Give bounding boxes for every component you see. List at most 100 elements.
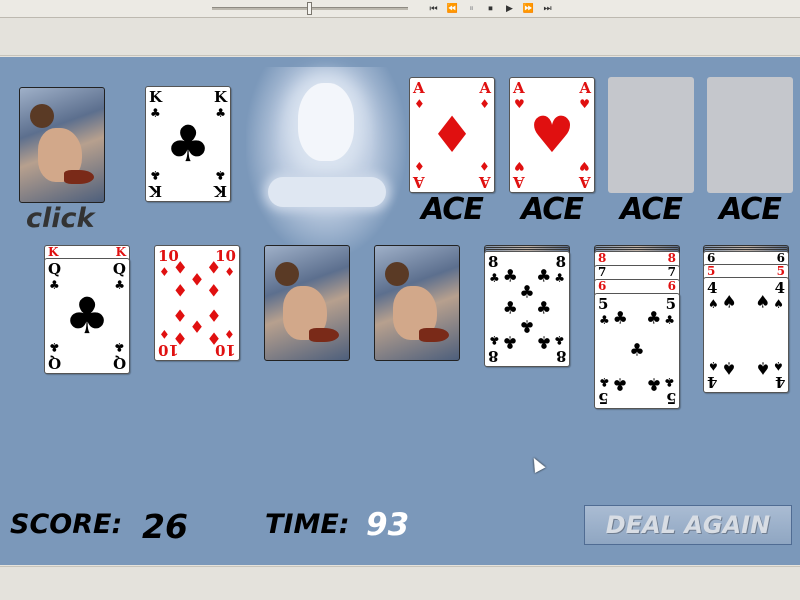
card-pip-icon: ♣	[612, 308, 628, 329]
card-rank: 6	[707, 251, 716, 265]
card-pip-icon: ♣	[646, 308, 662, 329]
card-rank: A	[513, 173, 525, 191]
playback-controls: ⏮ ⏪ ⏸ ⏹ ▶ ⏩ ⏭	[424, 2, 557, 16]
card-center-suit-icon: ♣	[64, 287, 110, 345]
card-pip-icon: ♣	[502, 266, 518, 287]
skip-back-icon[interactable]: ⏮	[424, 2, 443, 16]
stock-click-label[interactable]: click	[26, 203, 94, 234]
card-rank: K	[149, 182, 163, 200]
portrait-arm	[268, 177, 386, 207]
card-pip-icon: ♠	[721, 292, 737, 313]
card-suit-icon: ♦	[479, 97, 490, 111]
card-suit-icon: ♣	[664, 313, 675, 327]
card-rank: A	[579, 173, 591, 191]
seek-slider-thumb[interactable]	[307, 2, 312, 15]
foundation-label: ACE	[421, 192, 484, 227]
card-pip-icon: ♦	[206, 258, 222, 279]
foundation-empty-slot[interactable]	[707, 77, 793, 193]
foundation-label: ACE	[521, 192, 584, 227]
card-rank: Q	[112, 354, 126, 372]
time-label: TIME:	[265, 509, 350, 540]
card-suit-icon: ♣	[599, 313, 610, 327]
card-back-art	[64, 170, 94, 184]
card-pip-icon: ♦	[189, 315, 205, 336]
rewind-icon[interactable]: ⏪	[443, 2, 462, 16]
playing-card[interactable]: 10 ♦ 10 ♦ 10 ♦ 10 ♦ ♦ ♦ ♦ ♦ ♦ ♦ ♦ ♦ ♦ ♦	[154, 245, 240, 361]
foundation-empty-slot[interactable]	[608, 77, 694, 193]
card-suit-icon: ♣	[114, 340, 125, 354]
foundation-pile[interactable]: A ♥ A ♥ A ♥ A ♥ ♥	[509, 77, 595, 193]
mouse-pointer-icon	[528, 455, 546, 473]
face-down-card[interactable]	[374, 245, 460, 361]
card-suit-icon: ♦	[224, 327, 235, 341]
card-back-art	[30, 104, 54, 128]
stop-icon[interactable]: ⏹	[481, 2, 500, 16]
card-rank: 8	[555, 347, 566, 365]
card-suit-icon: ♥	[579, 97, 590, 111]
card-suit-icon: ♥	[579, 159, 590, 173]
card-suit-icon: ♣	[489, 271, 500, 285]
card-suit-icon: ♥	[514, 159, 525, 173]
card-pip-icon: ♣	[502, 331, 518, 352]
card-suit-icon: ♣	[49, 340, 60, 354]
playing-card[interactable]: 4 ♠ 4 ♠ 4 ♠ 4 ♠ ♠ ♠ ♠ ♠	[703, 277, 789, 393]
card-rank: K	[149, 88, 163, 106]
card-pip-icon: ♦	[172, 304, 188, 325]
foundation-pile[interactable]: A ♦ A ♦ A ♦ A ♦ ♦	[409, 77, 495, 193]
card-suit-icon: ♠	[773, 297, 784, 311]
card-rank: K	[213, 182, 227, 200]
card-pip-icon: ♣	[502, 298, 518, 319]
game-board: click K ♣ K ♣ K ♣ K ♣ ♣ A ♦ A ♦ A ♦ A ♦ ♦ ACE A ♥ A ♥ A ♥ A ♥ ♥ ACE…	[0, 57, 800, 565]
play-icon[interactable]: ▶	[500, 2, 519, 16]
card-suit-icon: ♥	[514, 97, 525, 111]
stock-pile[interactable]	[19, 87, 105, 203]
card-rank: K	[115, 245, 126, 259]
card-pip-icon: ♣	[612, 373, 628, 394]
card-rank: Q	[112, 260, 126, 278]
card-rank: 5	[665, 389, 676, 407]
card-pip-icon: ♣	[646, 373, 662, 394]
playing-card[interactable]: 5 ♣ 5 ♣ 5 ♣ 5 ♣ ♣ ♣ ♣ ♣ ♣	[594, 293, 680, 409]
card-suit-icon: ♦	[159, 327, 170, 341]
deal-again-button[interactable]: DEAL AGAIN	[584, 505, 792, 545]
background-portrait-image	[246, 67, 406, 257]
card-rank: 7	[598, 265, 607, 279]
fast-forward-icon[interactable]: ⏩	[519, 2, 538, 16]
card-rank: 5	[598, 295, 609, 313]
card-rank: 6	[598, 279, 607, 293]
card-rank: A	[479, 79, 491, 97]
playing-card[interactable]: K ♣ K ♣ K ♣ K ♣ ♣	[145, 86, 231, 202]
card-suit-icon: ♠	[708, 297, 719, 311]
card-rank: 8	[488, 347, 499, 365]
card-center-suit-icon: ♦	[429, 106, 475, 164]
card-suit-icon: ♣	[114, 278, 125, 292]
card-suit-icon: ♦	[414, 159, 425, 173]
card-suit-icon: ♣	[599, 375, 610, 389]
card-suit-icon: ♦	[414, 97, 425, 111]
card-rank: 6	[776, 251, 785, 265]
card-suit-icon: ♠	[773, 359, 784, 373]
card-rank: K	[48, 245, 59, 259]
card-pip-icon: ♦	[206, 327, 222, 348]
playing-card[interactable]: 8 ♣ 8 ♣ 8 ♣ 8 ♣ ♣ ♣ ♣ ♣ ♣ ♣ ♣ ♣	[484, 251, 570, 367]
card-rank: A	[413, 79, 425, 97]
portrait-face	[298, 83, 354, 161]
foundation-label: ACE	[719, 192, 782, 227]
card-rank: A	[513, 79, 525, 97]
card-back-art	[309, 328, 339, 342]
skip-forward-icon[interactable]: ⏭	[538, 2, 557, 16]
card-rank: 5	[707, 264, 716, 278]
playing-card[interactable]: Q ♣ Q ♣ Q ♣ Q ♣ ♣	[44, 258, 130, 374]
window-footer-band	[0, 566, 800, 600]
score-label: SCORE:	[10, 509, 123, 540]
card-suit-icon: ♣	[489, 333, 500, 347]
card-suit-icon: ♦	[159, 265, 170, 279]
face-down-card[interactable]	[264, 245, 350, 361]
pause-icon[interactable]: ⏸	[462, 2, 481, 16]
card-suit-icon: ♣	[554, 271, 565, 285]
card-suit-icon: ♣	[49, 278, 60, 292]
card-pip-icon: ♣	[536, 298, 552, 319]
card-rank: 8	[598, 251, 607, 265]
card-pip-icon: ♦	[172, 327, 188, 348]
card-pip-icon: ♣	[519, 282, 535, 303]
